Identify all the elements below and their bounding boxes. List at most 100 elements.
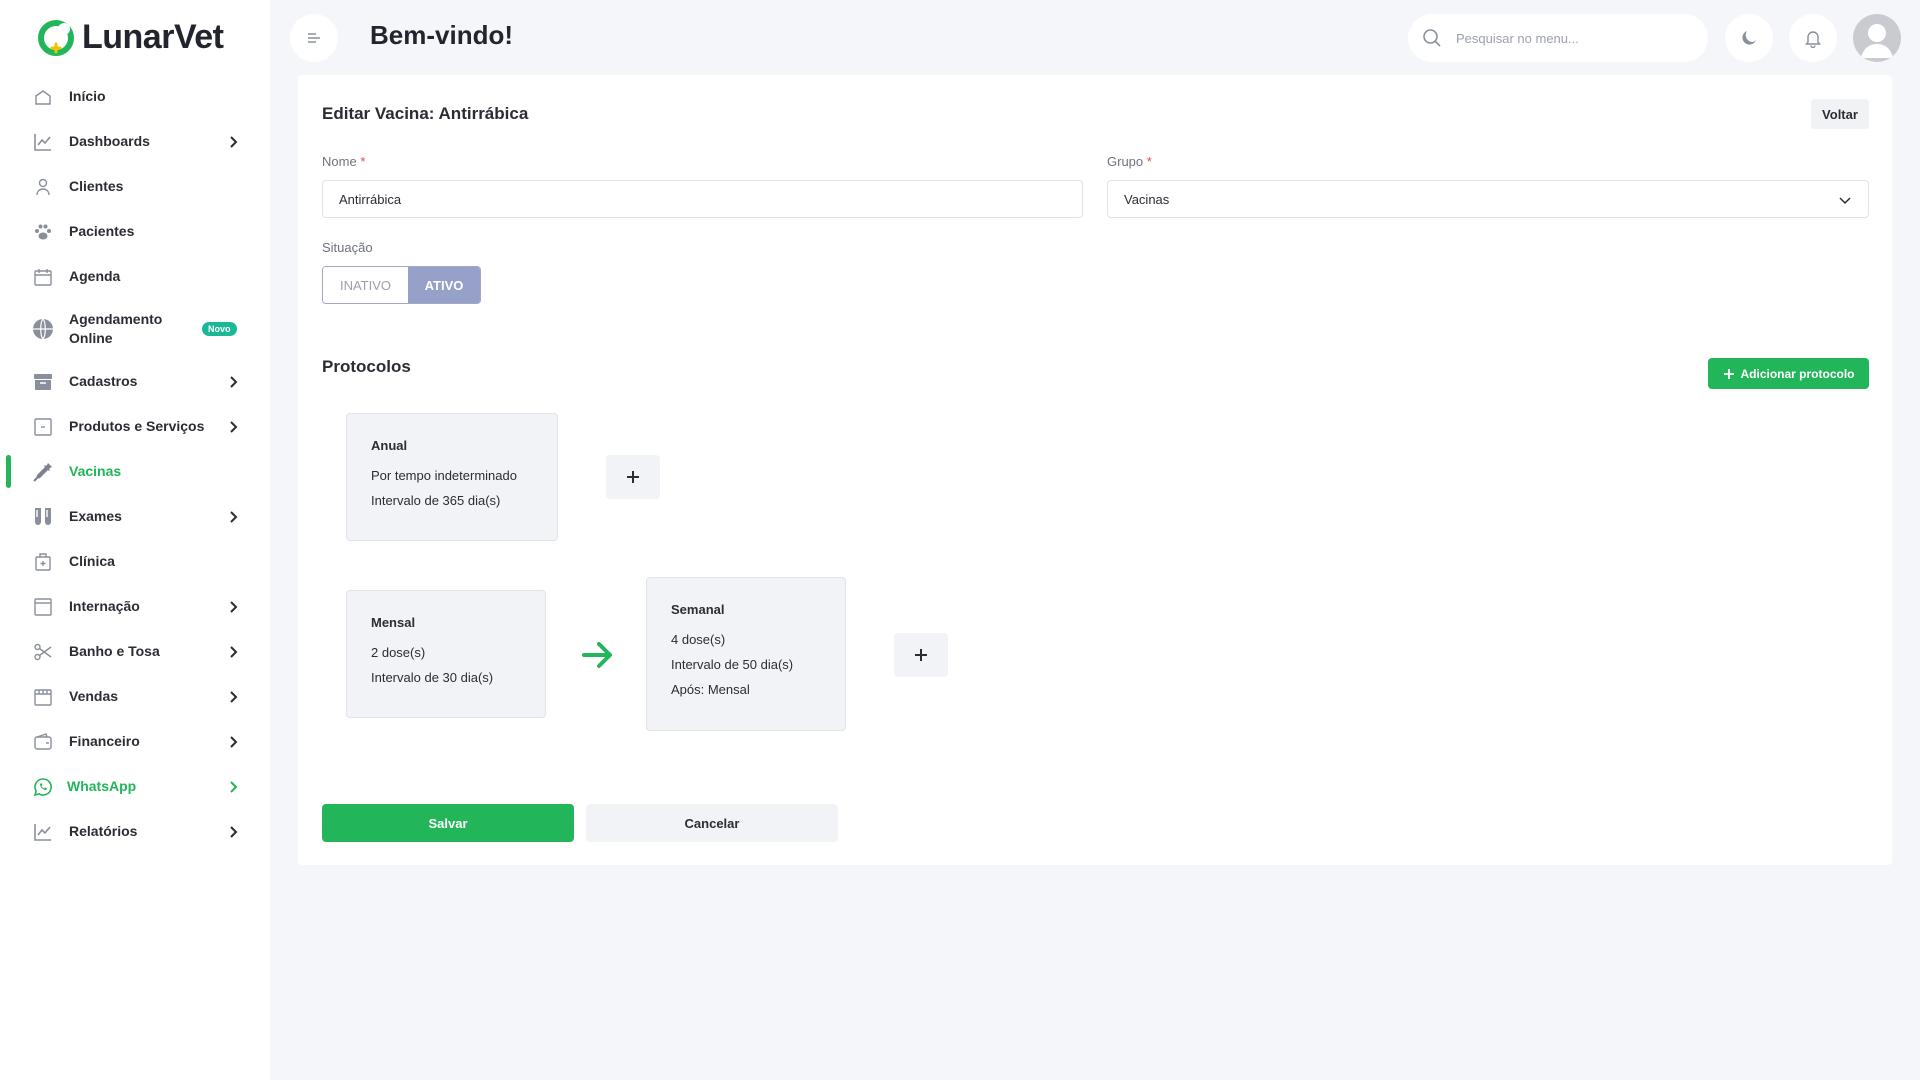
edit-vaccine-card: Editar Vacina: Antirrábica Voltar Nome *… [298, 75, 1892, 865]
sidebar-item-label: Vacinas [69, 463, 122, 479]
chevron-right-icon [230, 510, 238, 523]
sidebar-item-exames[interactable]: Exames [0, 494, 270, 539]
protocols-title: Protocolos [322, 357, 411, 376]
avatar[interactable] [1853, 14, 1901, 62]
sidebar-item-produtos-servicos[interactable]: Produtos e Serviços [0, 404, 270, 449]
group-select[interactable]: Vacinas [1107, 180, 1869, 218]
wallet-icon [32, 731, 54, 753]
sidebar-nav: Início Dashboards Clientes Pacientes Age… [0, 74, 270, 854]
protocol-name: Semanal [671, 602, 725, 617]
status-label: Situação [322, 240, 373, 255]
menu-lines-icon [308, 33, 320, 43]
group-label-text: Grupo [1107, 154, 1144, 169]
sidebar-item-vendas[interactable]: Vendas [0, 674, 270, 719]
whatsapp-icon [32, 776, 54, 798]
sidebar-item-internacao[interactable]: Internação [0, 584, 270, 629]
sidebar-item-label: Início [69, 88, 106, 104]
sidebar-item-label: Agenda [69, 268, 121, 284]
sidebar-item-label: Produtos e Serviços [69, 418, 205, 434]
sidebar-item-banho-tosa[interactable]: Banho e Tosa [0, 629, 270, 674]
chevron-right-icon [230, 375, 238, 388]
cancel-button[interactable]: Cancelar [586, 804, 838, 842]
sidebar-item-label: Exames [69, 508, 122, 524]
protocol-detail: Intervalo de 30 dia(s) [371, 670, 494, 685]
clinic-icon [32, 551, 54, 573]
plus-icon [1723, 368, 1734, 379]
menu-toggle-button[interactable] [290, 14, 338, 62]
plus-icon [627, 471, 639, 483]
search-icon [1423, 29, 1441, 47]
group-label: Grupo * [1107, 154, 1152, 169]
protocol-card-mensal[interactable]: Mensal 2 dose(s) Intervalo de 30 dia(s) [346, 590, 546, 718]
dark-mode-toggle[interactable] [1725, 14, 1773, 62]
sidebar-item-dashboards[interactable]: Dashboards [0, 119, 270, 164]
sidebar-item-label: Agendamento Online [69, 311, 163, 346]
box-icon [32, 416, 54, 438]
status-option-ativo[interactable]: ATIVO [408, 267, 480, 303]
bed-icon [32, 596, 54, 618]
page-title: Bem-vindo! [370, 20, 513, 50]
protocol-detail: 2 dose(s) [371, 645, 426, 660]
protocol-name: Anual [371, 438, 408, 453]
search-input[interactable] [1456, 30, 1686, 46]
sidebar-item-agendamento-online[interactable]: Agendamento Online Novo [0, 299, 270, 359]
sidebar-item-label: Internação [69, 598, 140, 614]
name-input[interactable] [339, 191, 1066, 207]
name-field[interactable] [322, 180, 1083, 218]
brand-name: LunarVet [82, 18, 224, 56]
sidebar-item-inicio[interactable]: Início [0, 74, 270, 119]
add-protocol-button[interactable]: Adicionar protocolo [1708, 358, 1869, 389]
name-label: Nome * [322, 154, 365, 169]
sidebar-item-whatsapp[interactable]: WhatsApp [0, 764, 270, 809]
protocol-name: Mensal [371, 615, 416, 630]
protocol-card-anual[interactable]: Anual Por tempo indeterminado Intervalo … [346, 413, 558, 541]
add-next-protocol-button[interactable] [606, 455, 660, 499]
add-next-protocol-button[interactable] [894, 633, 948, 677]
home-icon [32, 86, 54, 108]
sidebar-item-pacientes[interactable]: Pacientes [0, 209, 270, 254]
sidebar-item-cadastros[interactable]: Cadastros [0, 359, 270, 404]
required-mark: * [1146, 154, 1152, 169]
sidebar-item-relatorios[interactable]: Relatórios [0, 809, 270, 854]
sidebar-item-label: WhatsApp [67, 778, 137, 794]
menu-search[interactable] [1408, 14, 1708, 62]
protocol-detail: Intervalo de 50 dia(s) [671, 657, 794, 672]
store-icon [32, 686, 54, 708]
sidebar-item-label: Clínica [69, 553, 115, 569]
protocol-detail: Por tempo indeterminado [371, 468, 517, 483]
globe-icon [32, 318, 54, 340]
user-icon [32, 176, 54, 198]
plus-icon [915, 649, 927, 661]
chevron-right-icon [230, 780, 238, 793]
status-toggle: INATIVO ATIVO [322, 266, 481, 304]
chevron-right-icon [230, 825, 238, 838]
archive-icon [32, 371, 54, 393]
save-button[interactable]: Salvar [322, 804, 574, 842]
sidebar-item-label: Financeiro [69, 733, 140, 749]
back-button[interactable]: Voltar [1811, 99, 1869, 129]
notifications-button[interactable] [1789, 14, 1837, 62]
new-badge: Novo [202, 322, 237, 336]
sidebar-item-label: Banho e Tosa [69, 643, 160, 659]
syringe-icon [32, 461, 54, 483]
sidebar-item-agenda[interactable]: Agenda [0, 254, 270, 299]
sidebar-item-label: Vendas [69, 688, 119, 704]
protocol-card-semanal[interactable]: Semanal 4 dose(s) Intervalo de 50 dia(s)… [646, 577, 846, 731]
logo[interactable]: LunarVet [38, 18, 224, 57]
group-selected-value: Vacinas [1124, 191, 1170, 207]
sidebar-item-clinica[interactable]: Clínica [0, 539, 270, 584]
calendar-icon [32, 266, 54, 288]
sidebar-item-label: Pacientes [69, 223, 135, 239]
name-label-text: Nome [322, 154, 357, 169]
chevron-right-icon [230, 600, 238, 613]
status-option-inativo[interactable]: INATIVO [323, 267, 408, 303]
sidebar-item-vacinas[interactable]: Vacinas [0, 449, 270, 494]
lunarvet-logo-icon [38, 19, 74, 56]
bell-icon [1805, 31, 1821, 48]
sidebar-item-financeiro[interactable]: Financeiro [0, 719, 270, 764]
chevron-right-icon [230, 645, 238, 658]
chevron-right-icon [230, 135, 238, 148]
sidebar-item-clientes[interactable]: Clientes [0, 164, 270, 209]
arrow-right-icon [582, 642, 612, 668]
chevron-down-icon [1839, 197, 1851, 205]
